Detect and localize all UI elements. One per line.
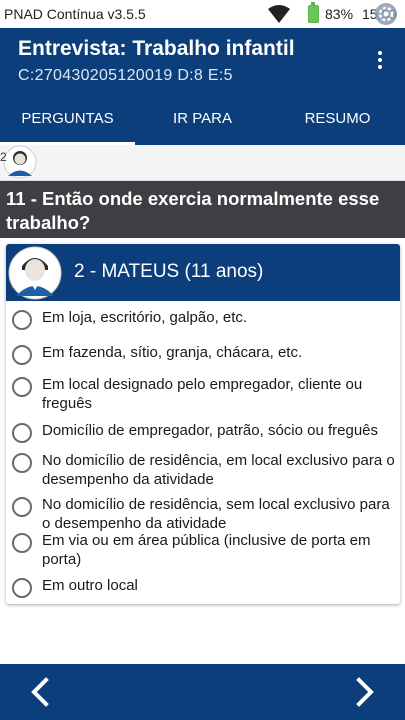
option-label: Em loja, escritório, galpão, etc.	[42, 309, 248, 326]
option-local-designado[interactable]: Em local designado pelo empregador, clie…	[12, 375, 397, 413]
person-header: 2 - MATEUS (11 anos)	[6, 244, 400, 301]
option-label: Em fazenda, sítio, granja, chácara, etc.	[42, 344, 303, 361]
question-text: 11 - Então onde exercia normalmente esse…	[0, 181, 405, 238]
bottom-navigation	[0, 664, 405, 720]
answer-card: 2 - MATEUS (11 anos) Em loja, escritório…	[6, 244, 400, 604]
radio-button[interactable]	[12, 533, 32, 553]
app-bar: Entrevista: Trabalho infantil C:27043020…	[0, 28, 405, 92]
radio-button[interactable]	[12, 377, 32, 397]
overflow-menu-icon[interactable]	[368, 48, 392, 72]
radio-button[interactable]	[12, 497, 32, 517]
person-avatar-icon	[8, 246, 62, 300]
tab-bar: PERGUNTAS IR PARA RESUMO	[0, 92, 405, 145]
status-bar: PNAD Contínua v3.5.5 83% 15:59	[0, 0, 405, 28]
option-domicilio-sem-local[interactable]: No domicílio de residência, sem local ex…	[12, 495, 397, 533]
person-name: 2 - MATEUS (11 anos)	[74, 261, 264, 282]
option-fazenda[interactable]: Em fazenda, sítio, granja, chácara, etc.	[12, 343, 397, 365]
tab-resumo[interactable]: RESUMO	[270, 92, 405, 145]
option-label: Em outro local	[42, 577, 138, 594]
radio-button[interactable]	[12, 345, 32, 365]
option-domicilio-exclusivo[interactable]: No domicílio de residência, em local exc…	[12, 451, 397, 489]
wifi-icon	[268, 5, 290, 23]
person-avatar-icon	[3, 145, 37, 179]
battery-percent: 83%	[325, 6, 354, 22]
radio-button[interactable]	[12, 453, 32, 473]
option-domicilio-empregador[interactable]: Domicílio de empregador, patrão, sócio o…	[12, 421, 397, 443]
page-title: Entrevista: Trabalho infantil	[18, 37, 295, 60]
tab-ir-para[interactable]: IR PARA	[135, 92, 270, 145]
next-chevron-icon[interactable]	[345, 672, 385, 712]
status-app-name: PNAD Contínua v3.5.5	[4, 6, 146, 22]
option-via-publica[interactable]: Em via ou em área pública (inclusive de …	[12, 531, 397, 569]
tab-perguntas[interactable]: PERGUNTAS	[0, 92, 135, 145]
interview-code: C:270430205120019 D:8 E:5	[18, 67, 233, 84]
option-label: No domicílio de residência, sem local ex…	[42, 496, 390, 532]
radio-button[interactable]	[12, 423, 32, 443]
radio-button[interactable]	[12, 310, 32, 330]
respondent-strip[interactable]: 2	[0, 145, 405, 181]
option-label: Em local designado pelo empregador, clie…	[42, 376, 363, 412]
settings-gear-icon[interactable]	[374, 2, 398, 26]
radio-button[interactable]	[12, 578, 32, 598]
respondent-number: 2	[0, 150, 7, 164]
option-label: Domicílio de empregador, patrão, sócio o…	[42, 422, 379, 439]
option-label: No domicílio de residência, em local exc…	[42, 452, 395, 488]
battery-icon	[308, 2, 319, 23]
option-outro-local[interactable]: Em outro local	[12, 576, 397, 598]
option-loja[interactable]: Em loja, escritório, galpão, etc.	[12, 308, 397, 330]
option-label: Em via ou em área pública (inclusive de …	[42, 532, 371, 568]
previous-chevron-icon[interactable]	[20, 672, 60, 712]
